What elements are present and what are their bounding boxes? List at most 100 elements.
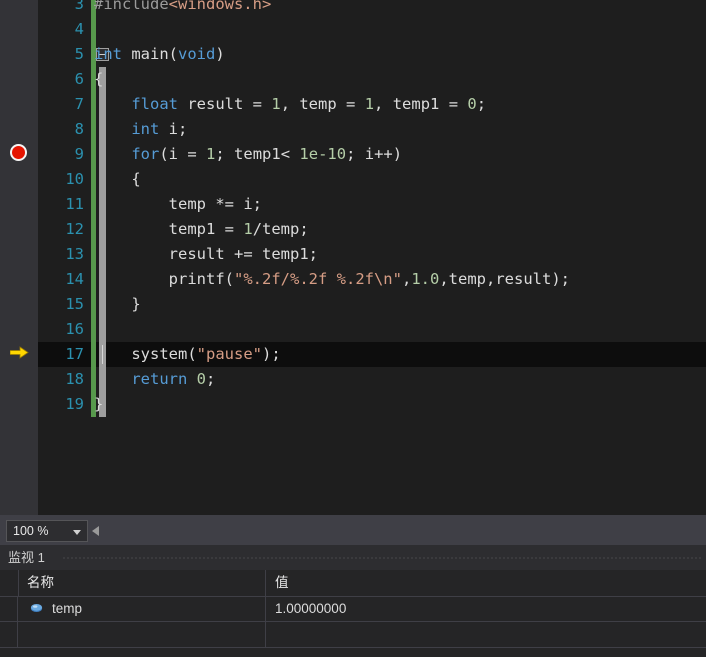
line-number-9: 9	[74, 145, 84, 163]
tab-watch-1[interactable]: 监视 1	[8, 548, 45, 567]
token: 1	[206, 145, 216, 163]
breakpoint-icon[interactable]	[10, 144, 27, 161]
structure-guide	[99, 317, 106, 342]
token: result	[94, 245, 234, 263]
code-line-18[interactable]: 18 return 0;	[38, 367, 706, 392]
code-line-19[interactable]: 19}	[38, 392, 706, 417]
token: <windows.h>	[168, 0, 272, 13]
token: <	[280, 145, 291, 163]
token: ;	[299, 220, 309, 238]
token: (	[159, 145, 169, 163]
line-number-7: 7	[74, 95, 84, 113]
execution-glyph-row[interactable]	[0, 340, 38, 365]
line-number-3: 3	[74, 0, 84, 13]
code-line-8[interactable]: 8 int i;	[38, 117, 706, 142]
token: ;	[206, 370, 216, 388]
token: int	[131, 120, 160, 138]
line-number-4: 4	[74, 20, 84, 38]
zoom-level-dropdown[interactable]: 100 %	[6, 520, 88, 542]
code-line-10[interactable]: 10 {	[38, 167, 706, 192]
watch-value-cell[interactable]	[266, 622, 706, 648]
column-header-value[interactable]: 值	[266, 570, 706, 596]
token: , temp1	[374, 95, 449, 113]
code-line-16[interactable]: 16	[38, 317, 706, 342]
watch-row[interactable]	[0, 622, 706, 648]
token: (	[168, 45, 179, 63]
code-line-15[interactable]: 15 }	[38, 292, 706, 317]
token: i	[159, 120, 178, 138]
code-editor[interactable]: 3 #include<windows.h> 4 5 int main(void) 6{7 …	[0, 0, 706, 515]
token: =	[224, 220, 234, 238]
line-number-10: 10	[65, 170, 84, 188]
token: return	[131, 370, 188, 388]
nav-back-icon[interactable]	[92, 526, 99, 536]
watch-grid[interactable]: 名称 值 temp 1.00000000	[0, 570, 706, 657]
code-text-line-18: return 0;	[94, 367, 215, 392]
token: ,	[401, 270, 412, 288]
zoom-level-value: 100 %	[13, 524, 49, 538]
code-line-12[interactable]: 12 temp1 = 1/temp;	[38, 217, 706, 242]
token: }	[131, 295, 141, 313]
code-line-11[interactable]: 11 temp *= i;	[38, 192, 706, 217]
glyph-margin[interactable]	[0, 0, 38, 515]
token: *=	[215, 195, 234, 213]
column-header-name[interactable]: 名称	[18, 570, 266, 596]
token: 1e-10	[299, 145, 347, 163]
watch-row[interactable]: temp 1.00000000	[0, 596, 706, 622]
line-number-11: 11	[65, 195, 84, 213]
token: , temp	[280, 95, 347, 113]
watch-tab-strip: 监视 1	[0, 545, 706, 570]
field-icon	[30, 604, 43, 612]
token: system	[94, 345, 188, 363]
line-number-6: 6	[74, 70, 84, 88]
code-text-line-3: #include<windows.h>	[94, 0, 271, 17]
breakpoint-glyph-row[interactable]	[0, 140, 38, 165]
watch-name-cell[interactable]: temp	[18, 596, 266, 622]
code-line-4[interactable]: 4	[38, 17, 706, 42]
code-line-5[interactable]: 5 int main(void)	[38, 42, 706, 67]
row-gutter	[0, 622, 18, 648]
token: 1	[271, 95, 281, 113]
token: int	[94, 45, 122, 63]
token: ;	[178, 120, 188, 138]
code-line-13[interactable]: 13 result += temp1;	[38, 242, 706, 267]
token: main	[131, 45, 169, 63]
code-line-14[interactable]: 14 printf("%.2f/%.2f %.2f\n",1.0,temp,re…	[38, 267, 706, 292]
token: temp1	[252, 245, 309, 263]
code-line-3[interactable]: 3 #include<windows.h>	[38, 0, 706, 17]
code-line-9[interactable]: 9 for(i = 1; temp1< 1e-10; i++)	[38, 142, 706, 167]
code-text-line-19: }	[94, 392, 103, 417]
token: #include	[94, 0, 169, 13]
token: (	[187, 345, 197, 363]
token: +=	[233, 245, 253, 263]
token: result	[178, 95, 253, 113]
token: }	[94, 395, 104, 413]
code-text-line-10: {	[94, 167, 140, 192]
token: i	[168, 145, 188, 163]
code-text-line-13: result += temp1;	[94, 242, 318, 267]
token: );	[262, 345, 281, 363]
token: temp1	[94, 220, 225, 238]
watch-name-cell[interactable]	[18, 622, 266, 648]
code-canvas[interactable]: 3 #include<windows.h> 4 5 int main(void) 6{7 …	[38, 0, 706, 515]
token: i	[355, 145, 375, 163]
token: ;	[476, 95, 487, 113]
watch-panel: 监视 1 名称 值 temp 1.00000000	[0, 545, 706, 657]
code-line-7[interactable]: 7 float result = 1, temp = 1, temp1 = 0;	[38, 92, 706, 117]
token: 1	[243, 220, 253, 238]
code-line-17[interactable]: 17 system("pause");	[38, 342, 706, 367]
code-text-line-8: int i;	[94, 117, 187, 142]
watch-value-cell[interactable]: 1.00000000	[266, 596, 706, 622]
chevron-down-icon	[73, 530, 81, 535]
token: i	[234, 195, 253, 213]
code-line-6[interactable]: 6{	[38, 67, 706, 92]
